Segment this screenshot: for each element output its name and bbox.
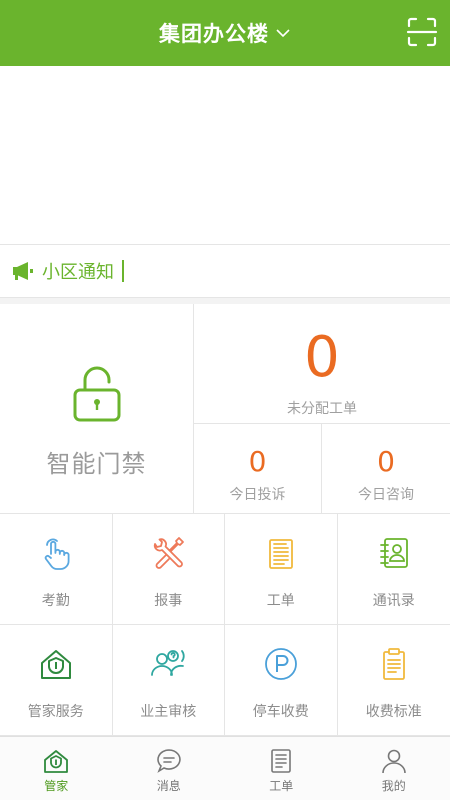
grid-label: 报事	[154, 593, 183, 609]
grid-item-work-order[interactable]: 工单	[225, 514, 338, 625]
building-selector[interactable]: 集团办公楼	[159, 18, 291, 48]
megaphone-icon	[13, 262, 33, 280]
unassigned-orders-stat[interactable]: 0 未分配工单	[194, 304, 450, 424]
top-bar: 集团办公楼	[0, 0, 450, 66]
complaints-count: 0	[248, 445, 267, 478]
house-shield-icon	[44, 750, 69, 773]
grid-item-attendance[interactable]: 考勤	[0, 514, 113, 625]
grid-item-butler-service[interactable]: 管家服务	[0, 625, 113, 736]
nav-tab-messages[interactable]: 消息	[113, 737, 226, 800]
grid-item-report[interactable]: 报事	[112, 514, 225, 625]
nav-label: 消息	[156, 779, 181, 793]
today-stats: 0 今日投诉 0 今日咨询	[194, 424, 450, 514]
scan-icon[interactable]	[406, 16, 438, 48]
document-icon	[271, 749, 292, 773]
grid-label: 工单	[266, 593, 295, 609]
dashboard-panel: 智能门禁 0 未分配工单 0 今日投诉 0 今日咨询	[0, 304, 450, 514]
grid-label: 业主审核	[140, 704, 197, 720]
nav-tab-butler[interactable]: 管家	[0, 737, 113, 800]
chat-icon	[156, 749, 181, 773]
tools-icon	[154, 537, 185, 569]
unassigned-label: 未分配工单	[287, 401, 357, 417]
grid-label: 管家服务	[27, 704, 84, 720]
app: 集团办公楼 小区通知 智能门禁 0 未分配工单 0 今日投诉 0 今日咨询 考勤…	[0, 0, 450, 800]
nav-tab-work-order[interactable]: 工单	[225, 737, 338, 800]
complaints-label: 今日投诉	[229, 487, 286, 503]
banner-area[interactable]	[0, 66, 450, 244]
parking-icon	[264, 648, 297, 680]
nav-label: 我的	[381, 779, 406, 793]
grid-label: 通讯录	[372, 593, 415, 609]
grid-item-contacts[interactable]: 通讯录	[337, 514, 450, 625]
grid-label: 考勤	[41, 593, 70, 609]
clipboard-icon	[382, 648, 405, 680]
community-notice-bar[interactable]: 小区通知	[0, 244, 450, 298]
nav-label: 管家	[44, 779, 69, 793]
bottom-nav: 管家 消息 工单 我的	[0, 736, 450, 800]
notice-divider	[122, 260, 124, 282]
today-complaints-stat[interactable]: 0 今日投诉	[194, 424, 322, 514]
nav-tab-profile[interactable]: 我的	[338, 737, 450, 800]
unassigned-count: 0	[304, 325, 340, 390]
chevron-down-icon	[276, 29, 290, 38]
grid-item-fee-standard[interactable]: 收费标准	[337, 625, 450, 736]
smart-access-label: 智能门禁	[46, 450, 147, 478]
smart-access-card[interactable]: 智能门禁	[0, 304, 194, 514]
grid-item-owner-review[interactable]: 业主审核	[112, 625, 225, 736]
nav-label: 工单	[269, 779, 294, 793]
today-consults-stat[interactable]: 0 今日咨询	[322, 424, 450, 514]
document-icon	[268, 539, 293, 569]
unlock-icon	[73, 366, 120, 422]
page-title: 集团办公楼	[159, 22, 269, 46]
house-shield-icon	[40, 650, 71, 679]
notice-label: 小区通知	[42, 262, 114, 283]
grid-item-parking-fee[interactable]: 停车收费	[225, 625, 338, 736]
person-icon	[381, 749, 406, 774]
grid-label: 停车收费	[252, 704, 309, 720]
users-question-icon	[151, 650, 185, 676]
contacts-icon	[379, 538, 408, 568]
feature-grid: 考勤 报事 工单 通讯录 管家服务 业主审核 停车收费 收费标准	[0, 514, 450, 736]
grid-label: 收费标准	[365, 704, 422, 720]
consults-label: 今日咨询	[358, 487, 414, 503]
consults-count: 0	[377, 445, 395, 478]
work-order-stats: 0 未分配工单 0 今日投诉 0 今日咨询	[194, 304, 450, 514]
tap-hand-icon	[44, 538, 70, 570]
